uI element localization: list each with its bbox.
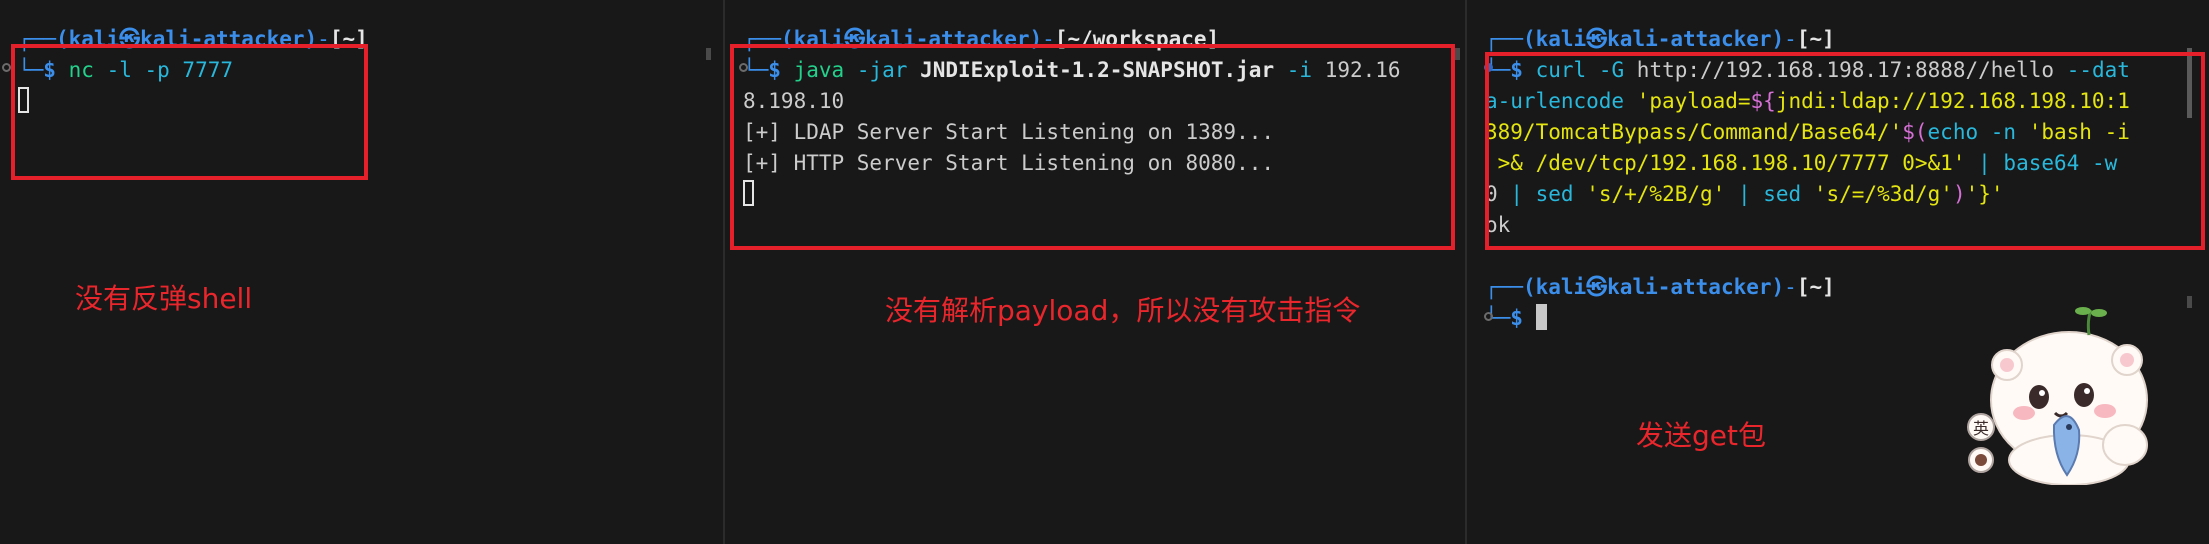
terminal-cursor [1535,304,1547,330]
command-decoration-icon[interactable] [2,63,11,72]
polar-bear-sticker-icon: 英 [1967,307,2148,485]
annotation-note: 没有反弹shell [75,282,253,315]
prompt-user-host: (kali㉿kali-attacker) [1522,27,1785,51]
terminal-pane-1[interactable]: ┌──(kali㉿kali-attacker)-[~] └─$ nc -l -p… [0,0,723,544]
prompt-user-host: (kali㉿kali-attacker) [1522,275,1785,299]
prompt-corner: ┌── [1485,275,1523,299]
sprout-icon [2075,307,2107,336]
annotation-note: 发送get包 [1636,419,1766,452]
highlight-box [11,44,368,180]
prompt-dash: - [1784,27,1797,51]
prompt-cwd: [~] [1796,275,1835,299]
command-decoration-icon[interactable] [1484,312,1493,321]
highlight-box [1485,52,2205,250]
ime-badge: 英 [1973,419,1989,438]
prompt-dollar: $ [1510,306,1523,330]
prompt-corner: ┌── [1485,27,1523,51]
annotation-note: 没有解析payload，所以没有攻击指令 [885,294,1361,327]
terminal-pane-2[interactable]: ┌──(kali㉿kali-attacker)-[~/workspace] └─… [725,0,1465,544]
highlight-box [730,44,1455,250]
prompt-cwd: [~] [1796,27,1835,51]
scrollbar-thumb[interactable] [706,48,711,60]
prompt-dash: - [1784,275,1797,299]
scrollbar-thumb[interactable] [1455,48,1460,60]
